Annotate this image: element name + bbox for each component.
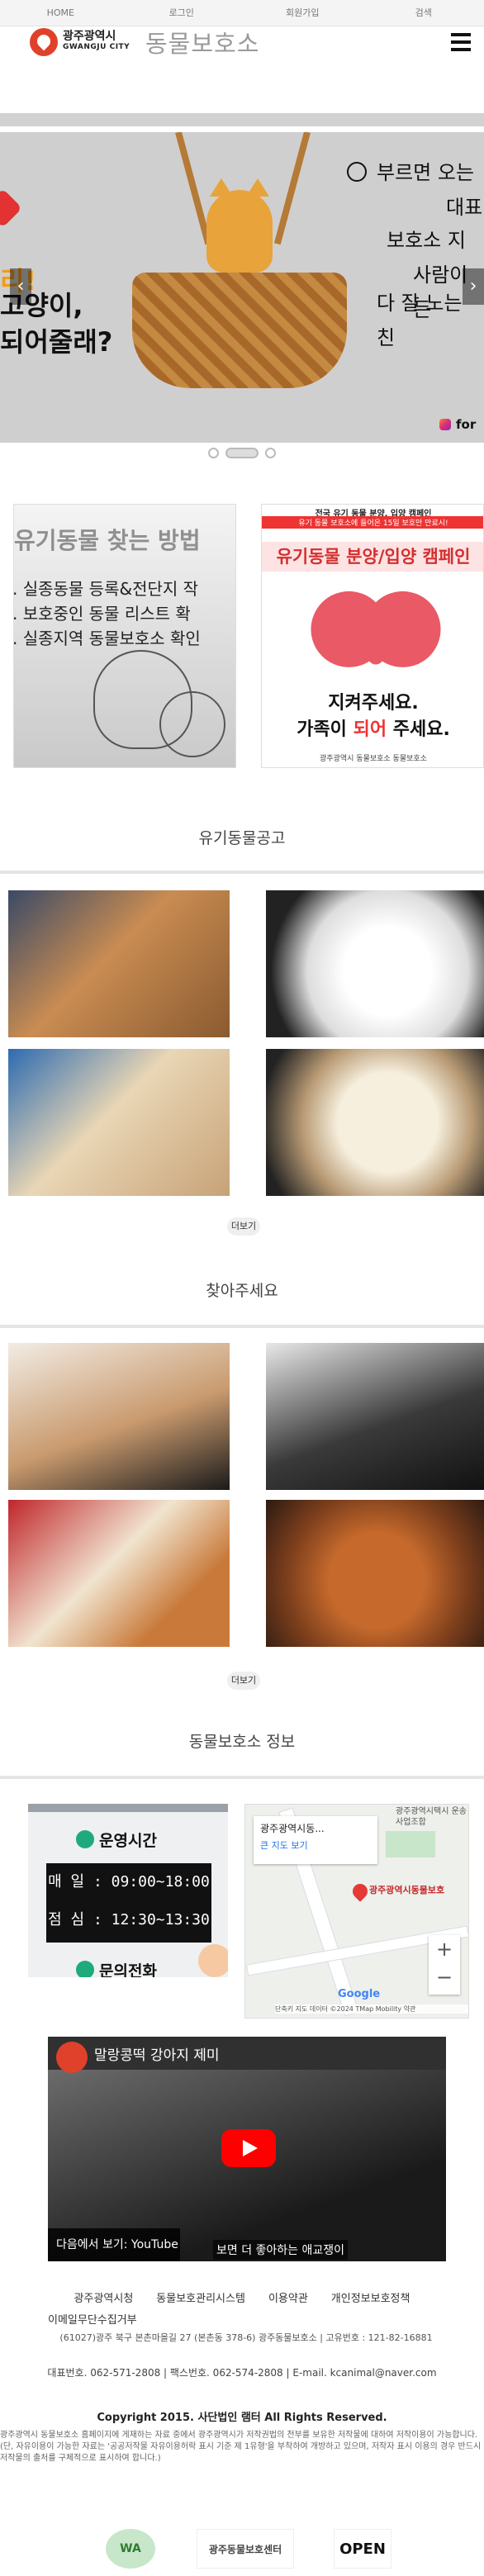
footer-link[interactable]: 동물보호관리시스템 (156, 2289, 245, 2305)
banner-right-protect: 지켜주세요. (328, 693, 419, 714)
top-nav: HOME 로그인 회원가입 검색 (0, 0, 484, 26)
banner-find-lost-pet[interactable]: 유기동물 찾는 방법 . 실종동물 등록&전단지 작 . 보호중인 동물 리스트… (13, 504, 236, 768)
footer-link[interactable]: 개인정보보호정책 (331, 2289, 410, 2305)
map-larger-link[interactable]: 큰 지도 보기 (260, 1838, 371, 1852)
footer-address: (61027)광주 북구 본촌마을길 27 (본촌동 378-6) 광주동물보호… (59, 2332, 433, 2343)
map-pin-label: 광주광역시동물보호 (369, 1885, 445, 1895)
section-divider (0, 1325, 484, 1328)
section-title-info: 동물보호소 정보 (188, 1733, 296, 1751)
more-find-button[interactable]: 더보기 (227, 1672, 260, 1690)
hours-title: 운영시간 (99, 1832, 157, 1850)
slider-pagination (0, 444, 484, 462)
banner-right-foot: 광주광역시 동물보호소 동물보호소 (320, 755, 427, 763)
slide-right-line-2: 대표 (446, 196, 483, 219)
city-logo-icon[interactable] (30, 28, 58, 56)
section-title-lost: 유기동물공고 (198, 829, 286, 847)
staff-avatar-icon (198, 1944, 228, 1977)
card-header-bar (28, 1804, 228, 1812)
instagram-handle: for (439, 417, 484, 432)
banner-left-line: . 실종동물 등록&전단지 작 (13, 579, 199, 599)
hours-board: 매 일 : 09:00~18:00 점 심 : 12:30~13:30 (46, 1863, 211, 1943)
banner-left-line: . 실종지역 동물보호소 확인 (13, 629, 201, 648)
family-post: 주세요. (387, 719, 450, 740)
footer-links: 광주광역시청 동물보호관리시스템 이용약관 개인정보보호정책 (0, 2289, 484, 2305)
basket-illustration (132, 273, 347, 388)
lost-animal-photo[interactable] (266, 1049, 484, 1196)
cat-face-icon (347, 162, 367, 182)
nav-join-link[interactable]: 회원가입 (242, 0, 363, 26)
logo-city-name[interactable]: 광주광역시 (63, 27, 116, 44)
family-pre: 가족이 (297, 719, 354, 740)
header-divider (0, 113, 484, 126)
section-title-find: 찾아주세요 (206, 1282, 278, 1300)
cat-sketch-illustration (159, 691, 225, 757)
map-place-card: 광주광역시동... 큰 지도 보기 (254, 1816, 377, 1864)
zoom-in-button[interactable]: + (429, 1935, 460, 1963)
banner-right-campaign: 유기동물 분양/입양 캠페인 (262, 542, 483, 572)
banner-left-title: 유기동물 찾는 방법 (14, 527, 201, 554)
banner-right-family: 가족이 되어 주세요. (262, 714, 483, 741)
lost-animal-photo[interactable] (266, 890, 484, 1037)
slider-dot-active[interactable] (225, 447, 259, 458)
section-divider (0, 871, 484, 874)
hours-lunch: 점 심 : 12:30~13:30 (48, 1911, 210, 1928)
hours-card: 운영시간 매 일 : 09:00~18:00 점 심 : 12:30~13:30… (28, 1804, 228, 1977)
web-accessibility-badge[interactable]: WA (106, 2529, 155, 2569)
slide-right-line-3: 보호소 지 (387, 229, 466, 252)
footer-link[interactable]: 이메일무단수집거부 (48, 2311, 137, 2327)
hero-slider: 리! 고양이, 되어줄래? 부르면 오는 대표 보호소 지 사람이든 다 잘 노… (0, 132, 484, 443)
video-title[interactable]: 말랑콩떡 강아지 제미 (94, 2043, 220, 2064)
lost-animal-photo[interactable] (8, 1049, 230, 1196)
missing-animal-photo[interactable] (8, 1343, 230, 1490)
footer-copyright-note: 광주광역시 동물보호소 홈페이지에 게재하는 자료 중에서 광주광역시가 저작권… (0, 2431, 482, 2463)
map-place-name: 광주광역시동... (260, 1823, 325, 1834)
footer-link[interactable]: 이용약관 (268, 2289, 308, 2305)
site-title[interactable]: 동물보호소 (145, 25, 259, 59)
heart-icon (0, 187, 23, 229)
slider-dot[interactable] (208, 447, 219, 458)
slide-left-line-2: 되어줄래? (0, 326, 113, 358)
shelter-center-logo[interactable]: 광주동물보호센터 (197, 2529, 294, 2569)
missing-animal-photo[interactable] (266, 1343, 484, 1490)
lost-animal-photo[interactable] (8, 890, 230, 1037)
banner-left-line: . 보호중인 동물 리스트 확 (13, 604, 191, 624)
section-divider (0, 1776, 484, 1779)
map-poi-label: 광주광역시택시 운송사업조합 (396, 1807, 467, 1827)
slide-right-line-1: 부르면 오는 (377, 161, 475, 184)
banner-right-red: 유기 동물 보호소에 들어온 15일 보호만 만료시! (262, 516, 483, 529)
missing-animal-photo[interactable] (266, 1500, 484, 1647)
location-map[interactable]: 광주광역시택시 운송사업조합 광주광역시동... 큰 지도 보기 광주광역시동물… (244, 1804, 469, 2019)
logo-city-name-en[interactable]: GWANGJU CITY (63, 43, 130, 51)
video-caption: 보면 더 좋아하는 애교쟁이 (213, 2240, 349, 2260)
family-red: 되어 (353, 719, 387, 740)
basket-rope (273, 132, 311, 245)
slider-next-button[interactable]: › (463, 268, 484, 305)
google-logo: Google (338, 1988, 381, 2000)
map-pin-icon[interactable] (349, 1881, 371, 1902)
footer-link[interactable]: 광주광역시청 (74, 2289, 134, 2305)
kitten-illustration (206, 178, 273, 273)
hamburger-menu-icon[interactable] (451, 33, 471, 51)
zoom-out-button[interactable]: − (429, 1963, 460, 1991)
map-zoom-control: + − (429, 1935, 460, 1995)
play-button[interactable] (221, 2129, 276, 2167)
nav-search-link[interactable]: 검색 (363, 0, 484, 26)
watch-on-youtube-button[interactable]: 다음에서 보기: YouTube (48, 2228, 180, 2261)
channel-avatar-icon[interactable] (56, 2042, 88, 2073)
hours-weekday: 매 일 : 09:00~18:00 (48, 1873, 210, 1890)
youtube-video-embed[interactable]: 말랑콩떡 강아지 제미 다음에서 보기: YouTube 보면 더 좋아하는 애… (48, 2037, 446, 2261)
footer-contact: 대표번호. 062-571-2808 | 팩스번호. 062-574-2808 … (47, 2367, 437, 2379)
open-license-badge[interactable]: OPEN (334, 2529, 391, 2569)
nav-home-link[interactable]: HOME (0, 0, 121, 26)
slider-prev-button[interactable]: ‹ (10, 268, 31, 305)
missing-animal-photo[interactable] (8, 1500, 230, 1647)
footer-copyright: Copyright 2015. 사단법인 램터 All Rights Reser… (97, 2412, 387, 2424)
heart-icon (343, 602, 409, 668)
nav-login-link[interactable]: 로그인 (121, 0, 243, 26)
slider-dot[interactable] (265, 447, 276, 458)
map-footer: 단축키 지도 데이터 ©2024 TMap Mobility 약관 (275, 2004, 468, 2014)
map-park (386, 1831, 435, 1857)
more-lost-button[interactable]: 더보기 (227, 1217, 260, 1236)
banner-adoption-campaign[interactable]: 전국 유기 동물 분양, 입양 캠페인 유기 동물 보호소에 들어온 15일 보… (261, 504, 484, 768)
